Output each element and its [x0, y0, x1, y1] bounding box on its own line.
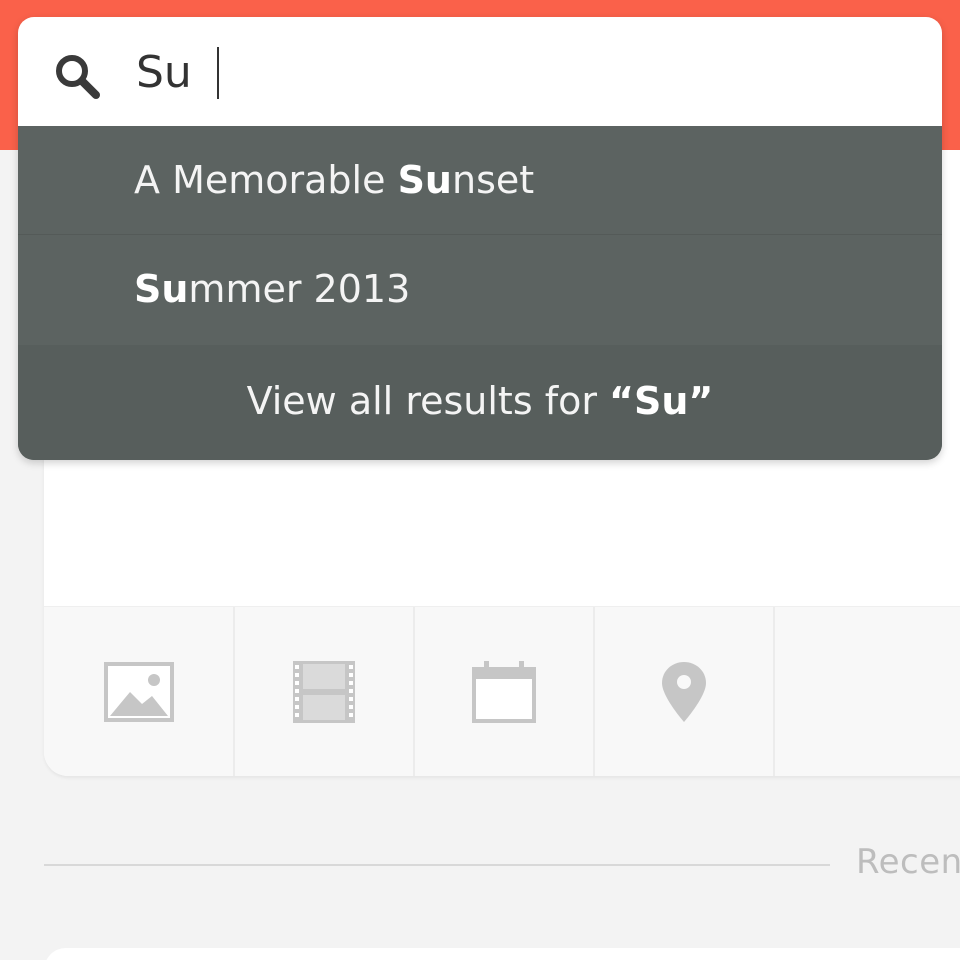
compose-toolbar [44, 606, 960, 776]
recent-section-divider: Recen [44, 822, 960, 910]
suggestion-item[interactable]: Summer 2013 [18, 235, 942, 344]
search-icon [56, 55, 100, 99]
add-photo-button[interactable] [44, 607, 235, 776]
app-window: Recen A Memorable Sunset Summer 2013 Vie… [0, 0, 960, 960]
suggestion-suffix: nset [451, 158, 535, 202]
search-suggestions: A Memorable Sunset Summer 2013 View all … [18, 126, 942, 460]
view-all-results-button[interactable]: View all results for “Su” [18, 345, 942, 460]
search-box [18, 17, 942, 126]
suggestion-item[interactable]: A Memorable Sunset [18, 126, 942, 235]
search-dropdown: A Memorable Sunset Summer 2013 View all … [18, 17, 942, 460]
location-pin-icon [662, 662, 706, 722]
text-caret [217, 47, 219, 99]
post-card [44, 948, 960, 960]
search-input[interactable] [136, 37, 896, 107]
suggestion-match: Su [397, 158, 452, 202]
add-video-button[interactable] [235, 607, 415, 776]
image-icon [103, 662, 174, 722]
suggestion-match: Su [134, 267, 189, 311]
add-location-button[interactable] [595, 607, 775, 776]
calendar-icon [472, 661, 536, 723]
view-all-query: “Su” [609, 379, 714, 423]
add-event-button[interactable] [415, 607, 595, 776]
video-icon [293, 661, 355, 723]
suggestion-suffix: mmer 2013 [188, 267, 411, 311]
suggestion-prefix: A Memorable [134, 158, 398, 202]
view-all-label: View all results for [246, 379, 610, 423]
recent-section-label: Recen [856, 842, 960, 882]
divider-line [44, 864, 830, 866]
